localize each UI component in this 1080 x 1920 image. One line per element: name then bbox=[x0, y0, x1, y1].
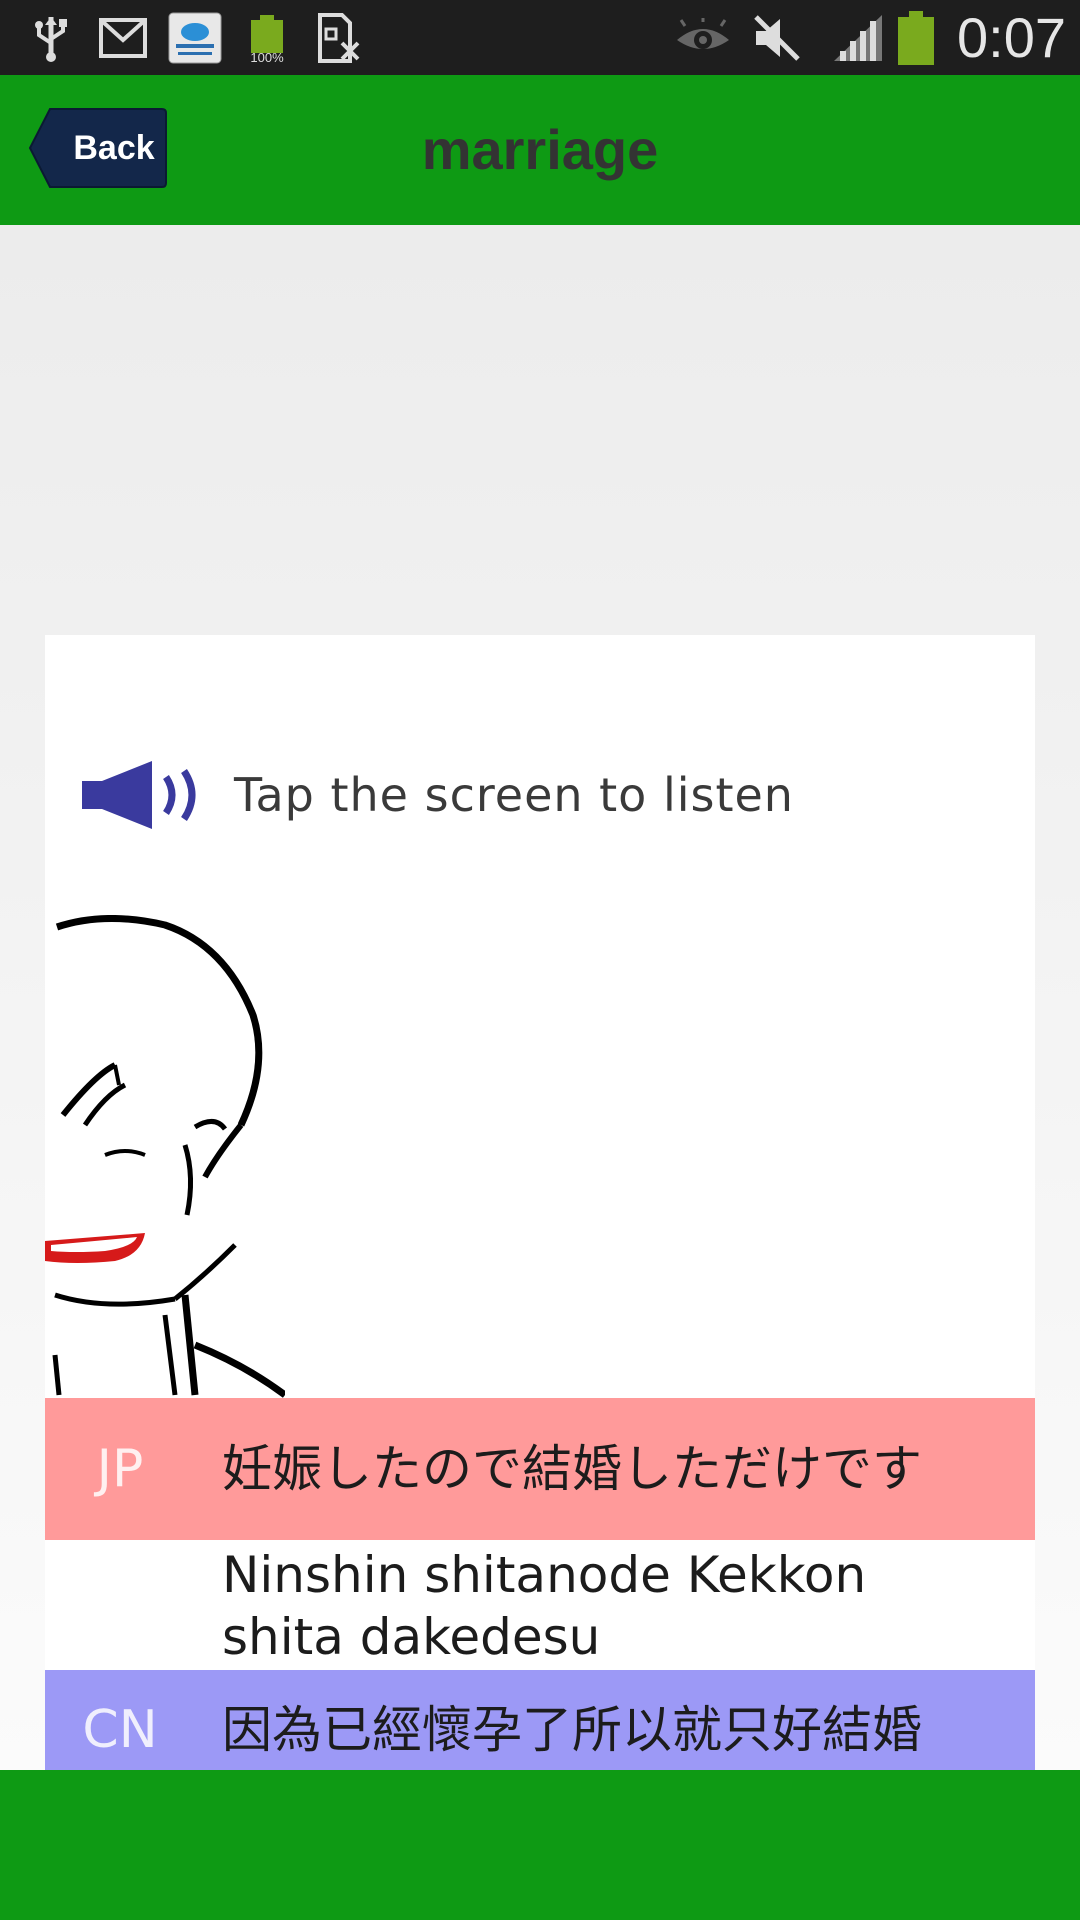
status-bar: 100% 0:07 bbox=[0, 0, 1080, 75]
phrase-card[interactable]: Tap the screen to listen JP 妊娠したので結婚しただけ… bbox=[45, 635, 1035, 1810]
back-button-label: Back bbox=[73, 129, 155, 167]
back-button[interactable]: Back bbox=[28, 107, 168, 189]
listen-hint-text: Tap the screen to listen bbox=[234, 768, 794, 822]
japanese-text: 妊娠したので結婚しただけです bbox=[222, 1440, 922, 1498]
battery-icon bbox=[896, 0, 936, 75]
cloud-testing-app-icon bbox=[168, 0, 222, 75]
status-clock: 0:07 bbox=[957, 6, 1066, 69]
app-icon-percent: 100% bbox=[250, 50, 284, 65]
title-bar: marriage Back bbox=[0, 75, 1080, 225]
mute-icon bbox=[752, 0, 802, 75]
jp-tag: JP bbox=[96, 1439, 144, 1499]
speaker-icon bbox=[82, 761, 196, 829]
listen-hint: Tap the screen to listen bbox=[80, 755, 794, 835]
romaji-line-2: shita dakedesu bbox=[222, 1608, 601, 1666]
japanese-row: JP 妊娠したので結婚しただけです bbox=[45, 1398, 1035, 1540]
gmail-icon bbox=[98, 0, 148, 75]
battery-100-icon: 100% bbox=[245, 0, 289, 75]
content-area: Tap the screen to listen JP 妊娠したので結婚しただけ… bbox=[0, 225, 1080, 1810]
sim-missing-icon bbox=[315, 0, 361, 75]
usb-icon bbox=[28, 0, 74, 75]
footer-bar bbox=[0, 1770, 1080, 1920]
romaji-row: Ninshin shitanode Kekkon shita dakedesu bbox=[45, 1540, 1035, 1670]
eye-icon bbox=[675, 0, 731, 75]
character-illustration bbox=[45, 915, 285, 1398]
signal-icon bbox=[832, 0, 886, 75]
romaji-line-1: Ninshin shitanode Kekkon bbox=[222, 1546, 867, 1604]
